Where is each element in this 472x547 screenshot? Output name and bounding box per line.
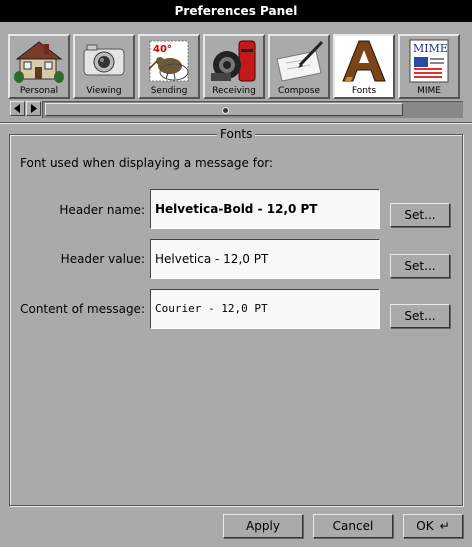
content-of-message-label: Content of message:: [20, 302, 145, 316]
tab-viewing[interactable]: Viewing: [73, 34, 135, 99]
fonts-intro-text: Font used when displaying a message for:: [20, 156, 274, 170]
preferences-toolbar: Personal Viewing 40° Sending Receiving C…: [8, 34, 463, 100]
header-name-label: Header name:: [59, 203, 145, 217]
tab-label: Viewing: [86, 86, 122, 96]
return-key-icon: ↵: [439, 519, 450, 533]
scroll-track[interactable]: [42, 101, 463, 118]
window-title: Preferences Panel: [174, 4, 298, 18]
scroll-left-arrow-icon[interactable]: [10, 101, 25, 116]
tab-sending[interactable]: 40° Sending: [138, 34, 200, 99]
apply-button[interactable]: Apply: [223, 514, 303, 538]
tab-receiving[interactable]: Receiving: [203, 34, 265, 99]
header-name-font-field[interactable]: Helvetica-Bold - 12,0 PT: [150, 189, 380, 229]
stamp-value: 40°: [153, 44, 172, 55]
preferences-window: Preferences Panel Personal Viewing 40° S…: [0, 0, 472, 547]
stamp-kiwi-icon: 40°: [148, 40, 189, 82]
set-header-value-button[interactable]: Set...: [390, 254, 450, 278]
scroll-thumb[interactable]: [45, 103, 403, 116]
tab-compose[interactable]: Compose: [268, 34, 330, 99]
cancel-button[interactable]: Cancel: [313, 514, 393, 538]
tab-label: MIME: [417, 86, 441, 96]
tab-label: Personal: [19, 86, 59, 96]
camera-icon: [83, 44, 125, 76]
header-value-label: Header value:: [60, 252, 145, 266]
tab-label: Fonts: [351, 86, 377, 96]
group-title: Fonts: [217, 127, 256, 141]
mime-text: MIME: [413, 42, 448, 55]
tab-fonts[interactable]: Fonts: [333, 34, 395, 99]
house-icon: [14, 41, 64, 83]
ok-label: OK: [416, 519, 434, 533]
toolbar-scrollbar[interactable]: [8, 101, 463, 118]
title-bar[interactable]: Preferences Panel: [0, 0, 472, 22]
tab-label: Receiving: [212, 86, 256, 96]
tab-mime[interactable]: MIME MIME: [398, 34, 460, 99]
header-value-font-field[interactable]: Helvetica - 12,0 PT: [150, 239, 380, 279]
ok-button[interactable]: OK ↵: [403, 514, 463, 538]
set-header-name-button[interactable]: Set...: [390, 203, 450, 227]
tab-personal[interactable]: Personal: [8, 34, 70, 99]
font-a-icon: [342, 40, 386, 82]
pen-letter-icon: [276, 40, 324, 82]
scroll-right-arrow-icon[interactable]: [26, 101, 41, 116]
content-font-field[interactable]: Courier - 12,0 PT: [150, 289, 380, 329]
mailbox-icon: [211, 40, 256, 82]
tab-label: Compose: [277, 86, 320, 96]
mime-document-icon: MIME: [409, 39, 449, 83]
divider: [0, 122, 472, 124]
scroll-thumb-grip-icon: [222, 107, 229, 114]
set-content-button[interactable]: Set...: [390, 304, 450, 328]
tab-label: Sending: [150, 86, 188, 96]
